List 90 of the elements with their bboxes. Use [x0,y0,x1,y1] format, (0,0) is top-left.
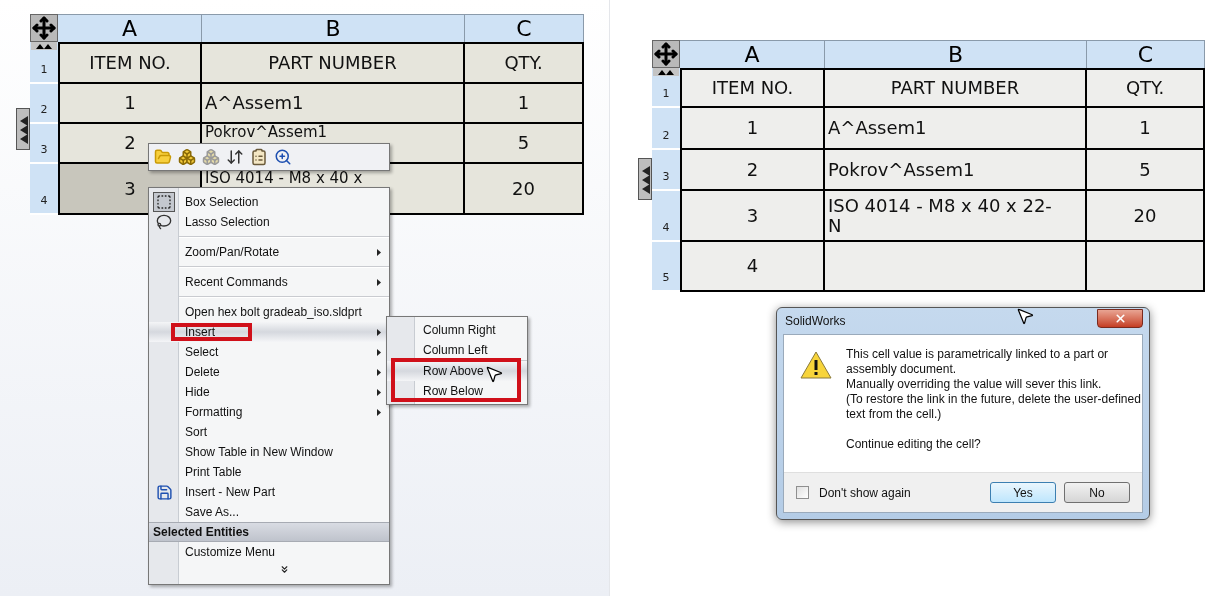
dialog-button[interactable]: Yes [990,482,1056,503]
menu-item[interactable]: Save As... [149,502,389,522]
submenu-arrow-icon [377,388,381,396]
column-header[interactable]: A [680,40,825,68]
column-header[interactable]: B [202,14,465,42]
move-icon [32,16,56,40]
table-cell: 2 [680,150,825,191]
boxes-icon[interactable] [178,148,196,166]
menu-item[interactable]: Print Table [149,462,389,482]
close-button[interactable] [1097,309,1143,328]
table-cell: 1 [1087,108,1205,150]
save-icon [155,483,173,501]
table-cell: A^Assem1 [825,108,1087,150]
menu-item[interactable]: Formatting [149,402,389,422]
collapse-arrows-icon [653,68,679,76]
column-header[interactable]: B [825,40,1087,68]
message-text: This cell value is parametrically linked to a part or assembly document. [846,347,1110,377]
table-cell: 3 [680,191,825,242]
submenu-arrow-icon [377,368,381,376]
mouse-cursor-icon [484,364,504,384]
column-header[interactable]: C [465,14,584,42]
row-header[interactable]: 1 [652,68,680,108]
submenu-arrow-icon [377,248,381,256]
submenu-arrow-icon [377,348,381,356]
table-cell: 4 [680,242,825,292]
table-cell: 5 [465,124,584,164]
menu-item[interactable]: Column Right [387,320,527,340]
window-title: SolidWorks [784,313,846,330]
checkbox-label: Don't show again [819,484,911,502]
table-cell: PART NUMBER [202,42,465,84]
menu-item[interactable]: Zoom/Pan/Rotate [149,242,389,262]
menu-item[interactable]: Show Table in New Window [149,442,389,462]
question-text: Continue editing the cell? [846,437,982,452]
row-header[interactable]: 2 [652,108,680,150]
menu-item[interactable]: Hide [149,382,389,402]
warning-icon [800,351,832,379]
menu-item[interactable]: Customize Menu [149,542,389,562]
dialog-button[interactable]: No [1064,482,1130,503]
menu-item[interactable]: Recent Commands [149,272,389,292]
menu-item[interactable]: Column Left [387,340,527,360]
table-cell: A^Assem1 [202,84,465,124]
mouse-cursor-icon [1015,306,1035,326]
table-cell: Pokrov^Assem1 [825,150,1087,191]
submenu-arrow-icon [377,328,381,336]
table-cell: ITEM NO. [680,68,825,108]
move-handle[interactable] [30,14,58,42]
submenu-arrow-icon [377,408,381,416]
sort-icon[interactable] [226,148,244,166]
row-header[interactable]: 2 [30,84,58,124]
menu-item[interactable]: Select [149,342,389,362]
section-header: Selected Entities [149,522,389,542]
checkbox[interactable] [796,486,809,499]
menu-item[interactable]: Insert - New Part [149,482,389,502]
menu-item[interactable]: Delete [149,362,389,382]
menu-item[interactable]: Insert [149,322,389,342]
close-icon [1113,312,1127,325]
properties-icon[interactable] [250,148,268,166]
column-header[interactable]: A [58,14,202,42]
message-text: (To restore the link in the future, delete the user-defined text from the cell.) [846,392,1142,422]
table-cell: QTY. [465,42,584,84]
message-text: Manually overriding the value will sever this link. [846,377,1103,392]
submenu-arrow-icon [377,278,381,286]
table-cell: PART NUMBER [825,68,1087,108]
table-cell: 20 [465,164,584,215]
table-cell: QTY. [1087,68,1205,108]
table-cell: 1 [465,84,584,124]
row-header[interactable]: 4 [30,164,58,215]
side-handle[interactable] [16,108,30,150]
zoom-icon[interactable] [274,148,292,166]
menu-item[interactable]: Open hex bolt gradeab_iso.sldprt [149,302,389,322]
row-header[interactable]: 4 [652,191,680,242]
move-icon [654,42,678,66]
column-header[interactable]: C [1087,40,1205,68]
row-header[interactable]: 5 [652,242,680,292]
table-cell: ITEM NO. [58,42,202,84]
move-handle[interactable] [652,40,680,68]
lasso-icon [156,214,172,230]
box-selection-icon [153,192,175,212]
table-cell: 20 [1087,191,1205,242]
table-cell: 1 [58,84,202,124]
table-cell: 1 [680,108,825,150]
table-cell: ISO 4014 - M8 x 40 x 22-N [825,191,1087,242]
menu-item[interactable]: Lasso Selection [149,212,389,232]
row-header[interactable]: 3 [30,124,58,164]
table-cell: 5 [1087,150,1205,191]
collapse-arrows-icon [31,42,57,50]
menu-item[interactable]: Sort [149,422,389,442]
side-handle[interactable] [638,158,652,200]
row-header[interactable]: 3 [652,150,680,191]
row-header[interactable]: 1 [30,42,58,84]
